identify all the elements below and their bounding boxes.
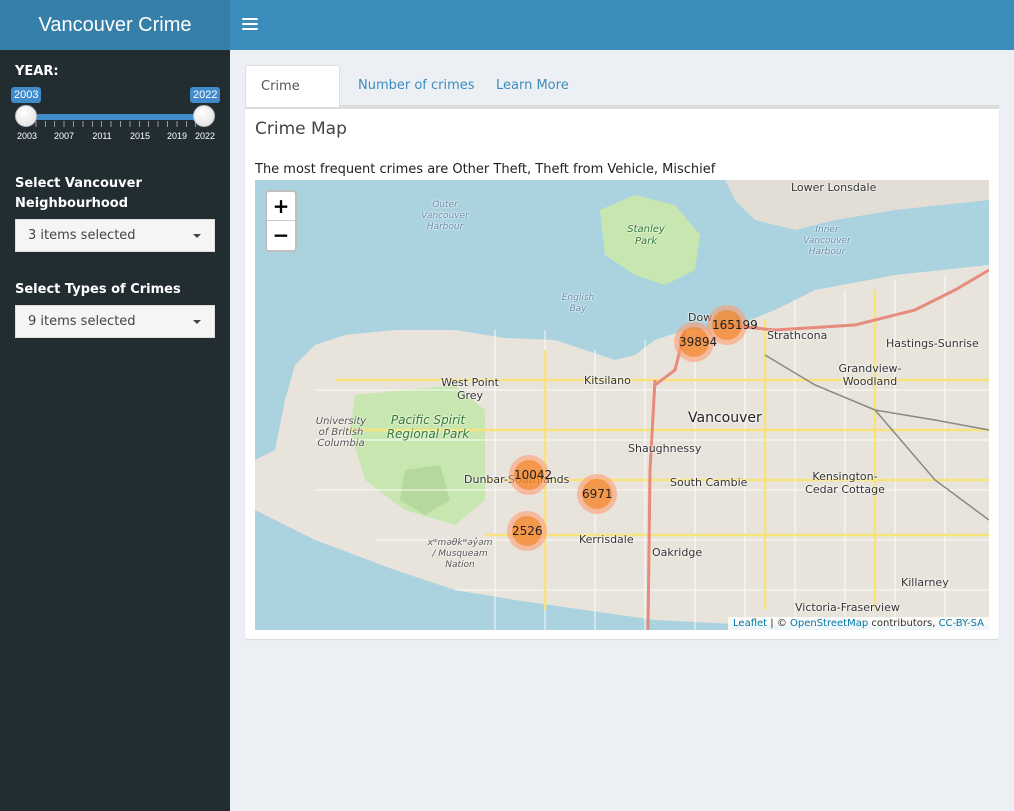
cluster-count: 6971	[582, 479, 613, 509]
place-label: Grandview-Woodland	[838, 362, 902, 388]
place-label: Strathcona	[767, 329, 828, 342]
neighbourhood-select-value: 3 items selected	[28, 228, 136, 243]
cluster-count: 2526	[512, 516, 543, 546]
sidebar: YEAR: 2003 2022 2003 2007 2011 2015 2019…	[0, 50, 230, 811]
place-label: English Bay	[561, 293, 595, 314]
tab-bar: Crime Map Number of crimes Learn More	[245, 65, 999, 136]
neighbourhood-label: Select Vancouver Neighbourhood	[15, 176, 142, 211]
crime-map[interactable]: + − Lower Lonsdale Outer Vancouver Harbo…	[255, 180, 989, 630]
place-label: Vancouver	[688, 410, 762, 426]
cluster-count: 39894	[679, 327, 717, 357]
crime-types-select-value: 9 items selected	[28, 314, 136, 329]
content-panel: Crime Map The most frequent crimes are O…	[245, 109, 999, 639]
place-label: Kitsilano	[584, 374, 631, 387]
top-navbar	[230, 0, 1014, 50]
caret-down-icon	[193, 234, 201, 238]
tab-crime-map[interactable]: Crime Map	[245, 65, 340, 136]
place-label: xʷməθkʷəy̓əm / Musqueam Nation	[427, 538, 493, 570]
place-label: Stanley Park	[627, 224, 665, 247]
zoom-out-button[interactable]: −	[267, 221, 295, 250]
map-attribution: Leaflet | © OpenStreetMap contributors, …	[728, 617, 989, 630]
crime-cluster-marker[interactable]: 39894	[674, 322, 717, 362]
frequent-crimes-text: The most frequent crimes are Other Theft…	[255, 162, 716, 177]
place-label: Outer Vancouver Harbour	[421, 200, 469, 232]
place-label: Pacific Spirit Regional Park	[386, 413, 470, 441]
openstreetmap-link[interactable]: OpenStreetMap	[790, 618, 868, 629]
map-tiles	[255, 180, 989, 630]
app-title: Vancouver Crime	[0, 0, 230, 50]
tab-number-of-crimes[interactable]: Number of crimes	[343, 65, 490, 107]
leaflet-link[interactable]: Leaflet	[733, 618, 767, 629]
crime-types-select[interactable]: 9 items selected	[15, 305, 215, 338]
cluster-count: 10042	[514, 460, 552, 490]
attribution-separator: | ©	[767, 618, 790, 629]
sidebar-toggle-icon[interactable]	[242, 14, 258, 36]
place-label: University of British Columbia	[315, 416, 367, 449]
slider-tick-label: 2011	[92, 131, 112, 141]
tab-learn-more[interactable]: Learn More	[481, 65, 584, 107]
zoom-control: + −	[265, 190, 297, 252]
crime-cluster-marker[interactable]: 6971	[577, 474, 617, 514]
panel-title: Crime Map	[255, 119, 347, 139]
crime-cluster-marker[interactable]: 10042	[509, 455, 552, 495]
crime-cluster-marker[interactable]: 2526	[507, 511, 547, 551]
attribution-contributors: contributors,	[868, 618, 939, 629]
crime-types-label: Select Types of Crimes	[15, 282, 181, 297]
year-label: YEAR:	[15, 64, 59, 79]
place-label: West Point Grey	[441, 376, 499, 402]
slider-ticks	[26, 121, 204, 127]
place-label: Inner Vancouver Harbour	[803, 225, 851, 257]
place-label: Lower Lonsdale	[791, 181, 877, 194]
slider-tick-label: 2007	[53, 131, 75, 141]
year-range-slider[interactable]: 2003 2022 2003 2007 2011 2015 2019 2022	[11, 86, 221, 146]
place-label: Kerrisdale	[579, 533, 634, 546]
slider-to-badge: 2022	[190, 87, 221, 103]
place-label: Oakridge	[652, 546, 703, 559]
zoom-in-button[interactable]: +	[267, 192, 295, 221]
slider-track[interactable]	[26, 114, 204, 120]
place-label: South Cambie	[670, 476, 748, 489]
place-label: Kensington-Cedar Cottage	[805, 470, 885, 496]
place-label: Killarney	[901, 576, 949, 589]
slider-tick-label: 2003	[16, 131, 38, 141]
neighbourhood-select[interactable]: 3 items selected	[15, 219, 215, 252]
slider-tick-label: 2022	[194, 131, 216, 141]
license-link[interactable]: CC-BY-SA	[939, 618, 984, 629]
place-label: Shaughnessy	[628, 442, 702, 455]
place-label: Hastings-Sunrise	[886, 337, 979, 350]
place-label: Victoria-Fraserview	[795, 601, 900, 614]
caret-down-icon	[193, 320, 201, 324]
slider-to-handle[interactable]	[193, 105, 215, 127]
slider-from-handle[interactable]	[15, 105, 37, 127]
slider-from-badge: 2003	[11, 87, 42, 103]
slider-tick-label: 2015	[129, 131, 151, 141]
slider-tick-label: 2019	[166, 131, 188, 141]
